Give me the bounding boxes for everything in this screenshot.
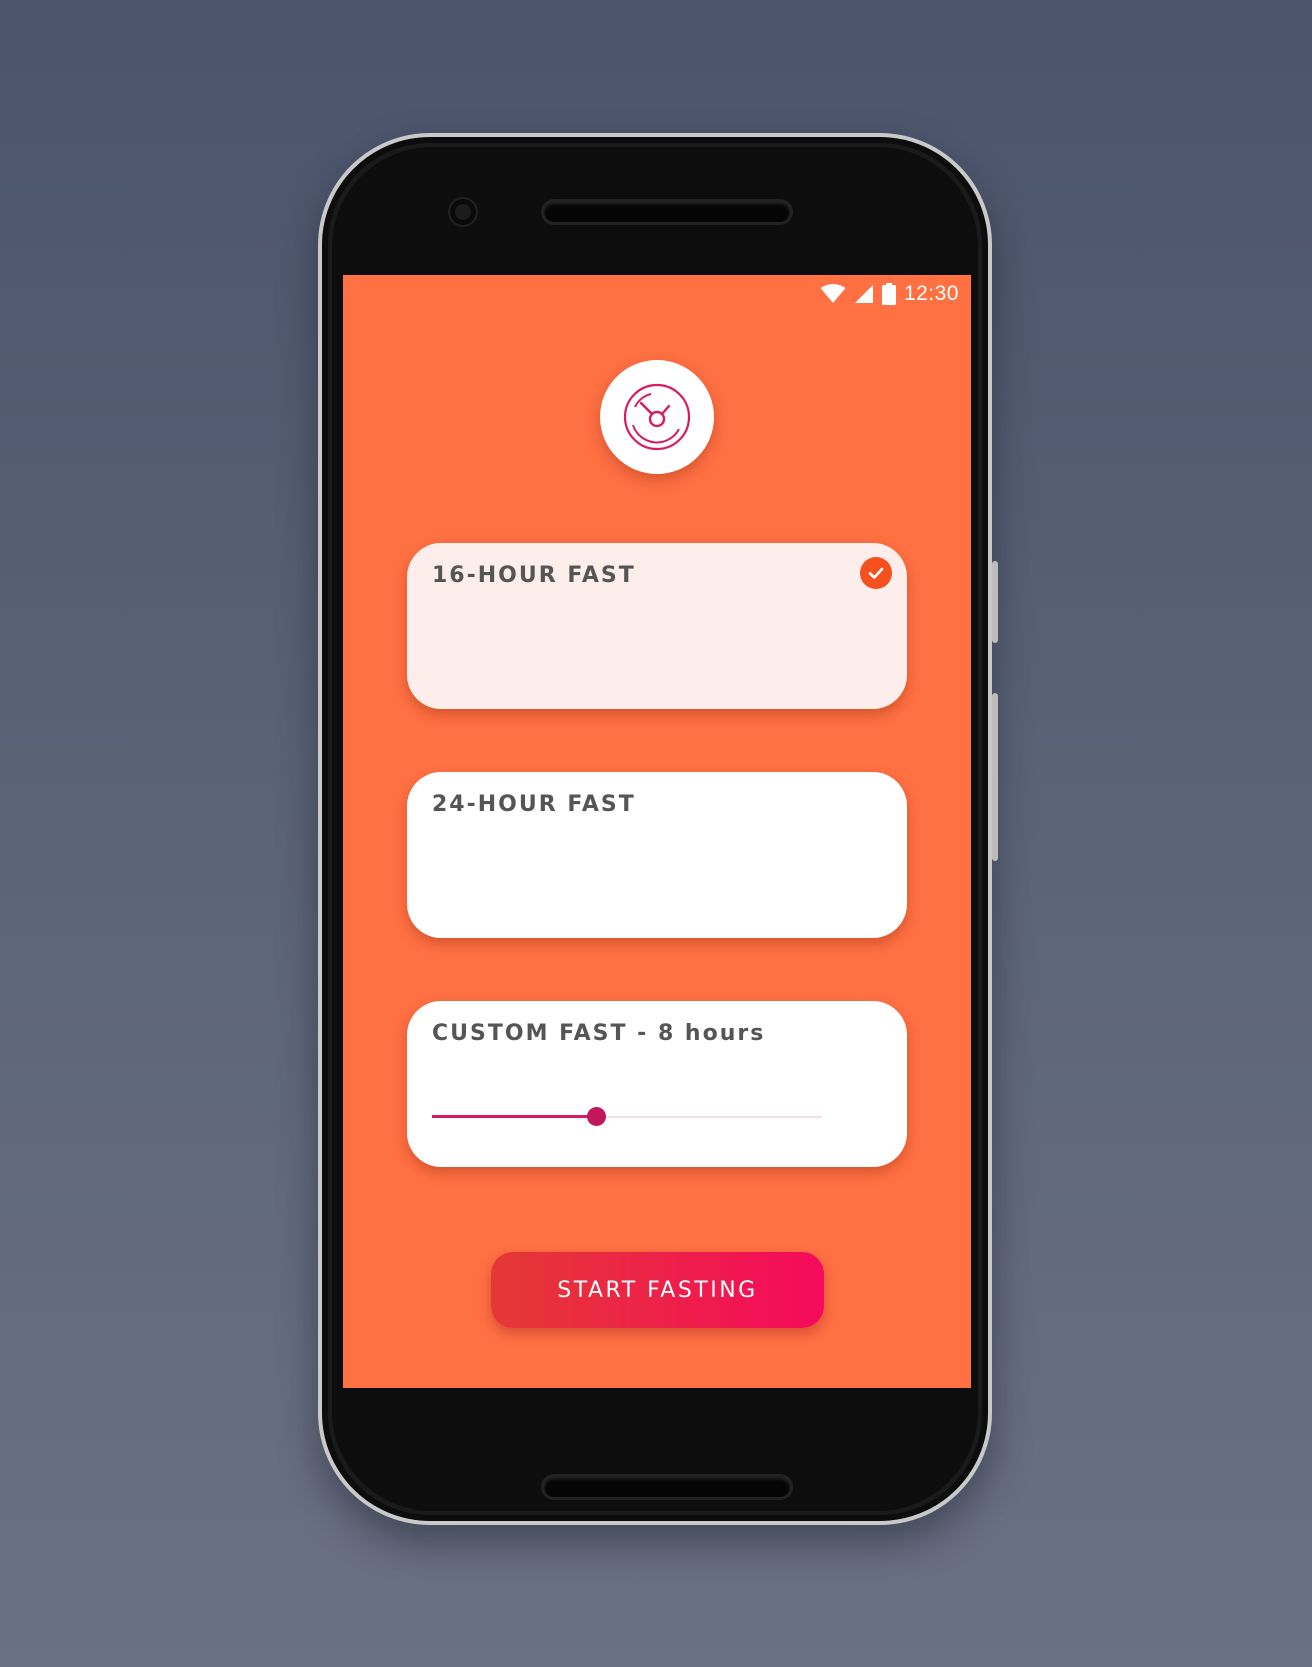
stopwatch-icon (623, 383, 691, 451)
custom-hours-slider[interactable] (432, 1107, 822, 1127)
cellular-signal-icon (854, 285, 873, 303)
option-card-16-hour[interactable]: 16-HOUR FAST (407, 543, 907, 709)
front-camera (450, 199, 476, 225)
app-screen: 12:30 16-HOUR FAST 24-HOUR FAST CUSTOM F… (343, 275, 971, 1388)
option-title: 24-HOUR FAST (432, 792, 636, 817)
volume-button (992, 693, 998, 861)
bottom-speaker (544, 1477, 790, 1497)
option-title: CUSTOM FAST - 8 hours (432, 1021, 766, 1046)
status-bar: 12:30 (343, 275, 971, 313)
wifi-icon (820, 284, 846, 303)
app-logo (600, 360, 714, 474)
option-title: 16-HOUR FAST (432, 563, 636, 588)
top-speaker (544, 202, 790, 222)
slider-fill (432, 1115, 596, 1118)
slider-thumb[interactable] (586, 1107, 606, 1126)
status-icons: 12:30 (820, 282, 959, 306)
option-card-custom[interactable]: CUSTOM FAST - 8 hours (407, 1001, 907, 1167)
start-fasting-button[interactable]: START FASTING (491, 1252, 824, 1328)
option-card-24-hour[interactable]: 24-HOUR FAST (407, 772, 907, 938)
battery-icon (881, 283, 896, 305)
check-circle-icon (860, 557, 892, 589)
power-button (992, 561, 998, 643)
status-time: 12:30 (903, 282, 959, 305)
